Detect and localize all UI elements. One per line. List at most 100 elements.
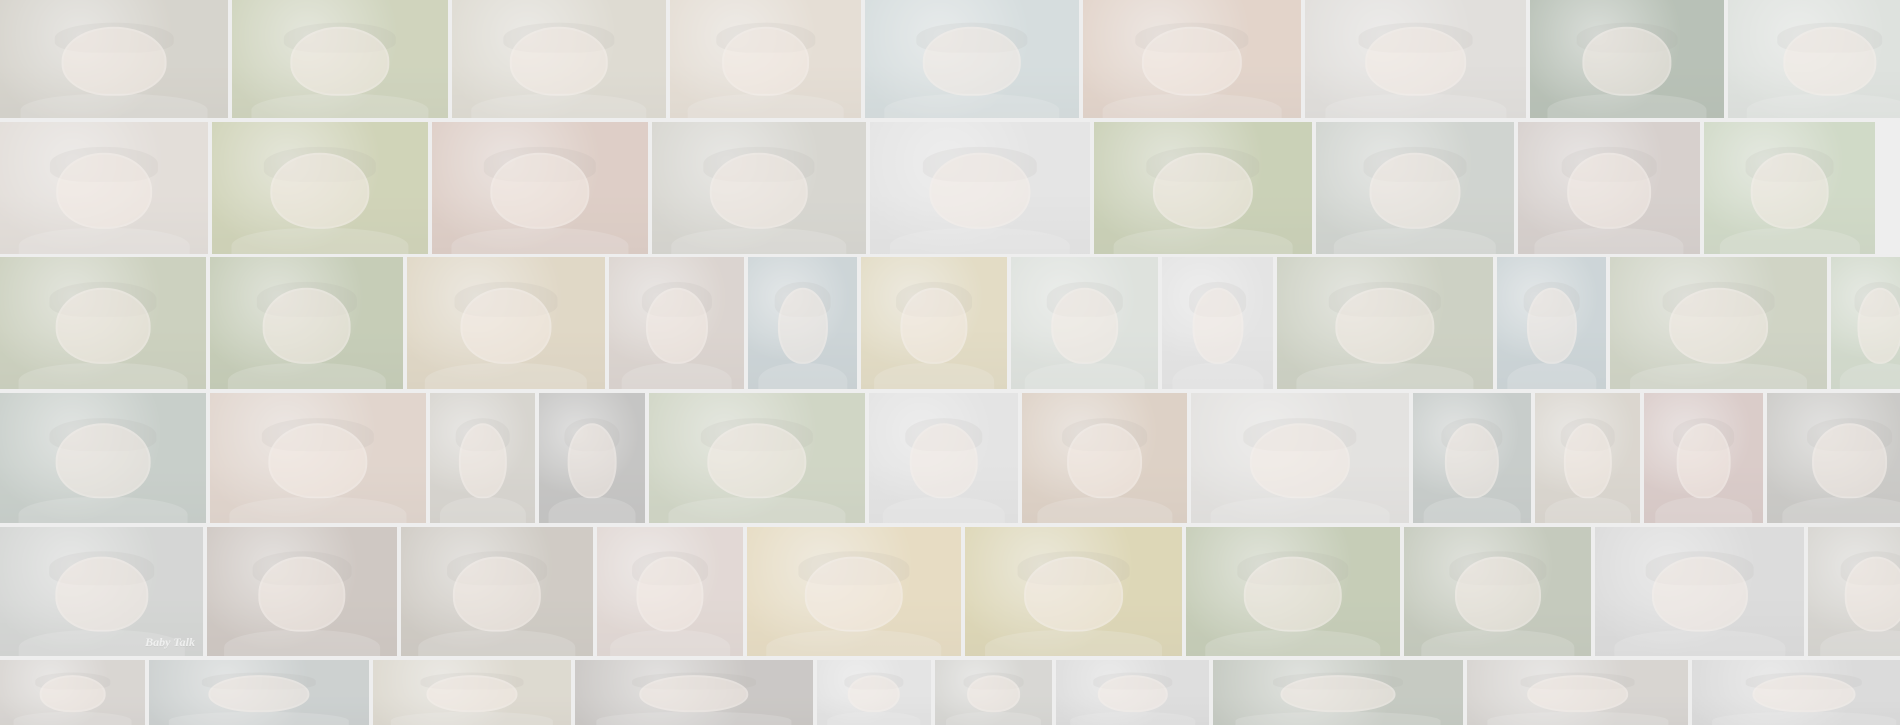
photo-tile bbox=[1692, 660, 1900, 725]
photo-tile bbox=[1808, 527, 1900, 656]
photo-detail bbox=[20, 94, 208, 118]
photo-tile bbox=[1162, 257, 1273, 389]
photo-subject bbox=[1782, 27, 1877, 96]
mosaic-row bbox=[0, 122, 1900, 254]
photo-tile bbox=[210, 393, 426, 523]
photo-detail bbox=[1069, 712, 1196, 725]
photo-tile bbox=[1191, 393, 1409, 523]
photo-tile bbox=[0, 122, 208, 254]
photo-subject bbox=[258, 556, 346, 632]
photo-tile bbox=[1094, 122, 1312, 254]
photo-tile bbox=[652, 122, 866, 254]
photo-detail bbox=[1423, 497, 1521, 523]
photo-subject bbox=[1454, 556, 1541, 632]
photo-detail bbox=[1420, 630, 1575, 656]
photo-tile bbox=[452, 0, 666, 118]
photo-tile bbox=[430, 393, 535, 523]
photo-detail bbox=[882, 497, 1005, 523]
photo-subject bbox=[1526, 674, 1629, 713]
photo-tile bbox=[965, 527, 1182, 656]
photo-tile bbox=[935, 660, 1052, 725]
photo-tile bbox=[212, 122, 428, 254]
photo-tile bbox=[407, 257, 605, 389]
photo-detail bbox=[1235, 712, 1441, 725]
photo-detail bbox=[596, 712, 792, 725]
photo-subject bbox=[290, 27, 390, 96]
photo-subject bbox=[900, 287, 968, 364]
photo-detail bbox=[1629, 362, 1808, 389]
photo-subject bbox=[909, 422, 978, 499]
photo-tile bbox=[1083, 0, 1301, 118]
photo-tile bbox=[1213, 660, 1463, 725]
photo-tile bbox=[1530, 0, 1724, 118]
photo-detail bbox=[1712, 712, 1896, 725]
photo-mosaic: Baby Talk bbox=[0, 0, 1900, 725]
photo-detail bbox=[671, 227, 847, 254]
photo-tile bbox=[1767, 393, 1900, 523]
photo-tile bbox=[1595, 527, 1804, 656]
watermark-text: Baby Talk bbox=[145, 635, 195, 649]
photo-detail bbox=[757, 362, 848, 389]
photo-detail bbox=[1296, 362, 1474, 389]
photo-tile bbox=[597, 527, 743, 656]
photo-tile bbox=[1644, 393, 1763, 523]
photo-subject bbox=[490, 152, 590, 229]
photo-subject bbox=[1563, 422, 1612, 499]
photo-tile bbox=[1467, 660, 1688, 725]
photo-detail bbox=[1746, 94, 1900, 118]
photo-subject bbox=[39, 674, 106, 713]
photo-subject bbox=[1066, 422, 1143, 499]
photo-subject bbox=[1364, 27, 1467, 96]
photo-subject bbox=[1752, 674, 1856, 713]
photo-subject bbox=[262, 287, 351, 364]
photo-detail bbox=[1102, 94, 1282, 118]
photo-tile bbox=[1728, 0, 1900, 118]
photo-subject bbox=[966, 674, 1021, 713]
photo-subject bbox=[1249, 422, 1351, 499]
photo-detail bbox=[884, 94, 1060, 118]
photo-subject bbox=[1023, 556, 1124, 632]
photo-tile bbox=[1518, 122, 1700, 254]
photo-detail bbox=[451, 227, 629, 254]
mosaic-row bbox=[0, 660, 1900, 725]
photo-tile bbox=[649, 393, 865, 523]
photo-detail bbox=[874, 362, 994, 389]
photo-detail bbox=[1547, 94, 1707, 118]
photo-detail bbox=[18, 362, 188, 389]
photo-tile bbox=[149, 660, 369, 725]
photo-subject bbox=[1750, 152, 1829, 229]
photo-tile bbox=[1022, 393, 1187, 523]
photo-subject bbox=[804, 556, 904, 632]
photo-detail bbox=[548, 497, 636, 523]
photo-detail bbox=[1486, 712, 1669, 725]
photo-detail bbox=[229, 497, 407, 523]
photo-tile bbox=[865, 0, 1079, 118]
photo-detail bbox=[1210, 497, 1390, 523]
photo-detail bbox=[1534, 227, 1684, 254]
photo-detail bbox=[1036, 497, 1173, 523]
photo-tile bbox=[817, 660, 931, 725]
photo-tile bbox=[1011, 257, 1158, 389]
photo-subject bbox=[1369, 152, 1461, 229]
photo-subject bbox=[777, 287, 828, 364]
photo-tile bbox=[232, 0, 448, 118]
photo-detail bbox=[1205, 630, 1381, 656]
photo-subject bbox=[709, 152, 809, 229]
photo-subject bbox=[426, 674, 518, 713]
photo-tile bbox=[401, 527, 593, 656]
photo-subject bbox=[55, 422, 151, 499]
photo-subject bbox=[1526, 287, 1577, 364]
photo-subject bbox=[1582, 27, 1672, 96]
photo-subject bbox=[1844, 556, 1900, 632]
photo-detail bbox=[418, 630, 576, 656]
photo-detail bbox=[984, 630, 1163, 656]
photo-detail bbox=[390, 712, 554, 725]
mosaic-row: Baby Talk bbox=[0, 527, 1900, 656]
photo-subject bbox=[1191, 287, 1244, 364]
photo-subject bbox=[1811, 422, 1888, 499]
photo-tile bbox=[0, 393, 206, 523]
photo-tile bbox=[1497, 257, 1606, 389]
photo-detail bbox=[621, 362, 732, 389]
photo-tile bbox=[870, 122, 1090, 254]
photo-subject bbox=[268, 422, 368, 499]
